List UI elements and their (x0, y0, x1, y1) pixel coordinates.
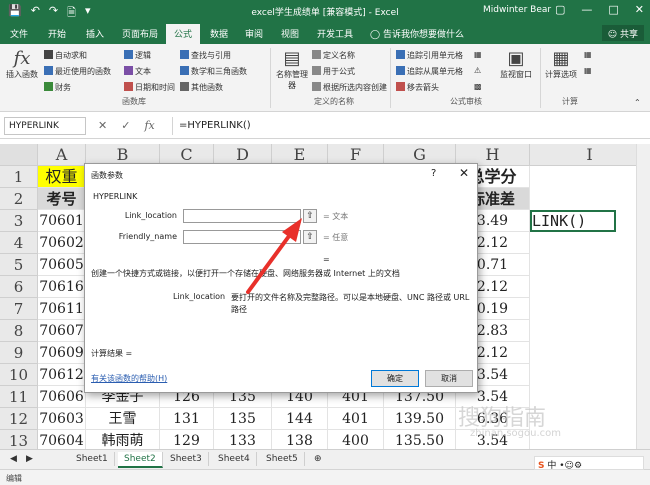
annotation-arrow (246, 218, 302, 294)
arrow-shaft (246, 230, 294, 294)
